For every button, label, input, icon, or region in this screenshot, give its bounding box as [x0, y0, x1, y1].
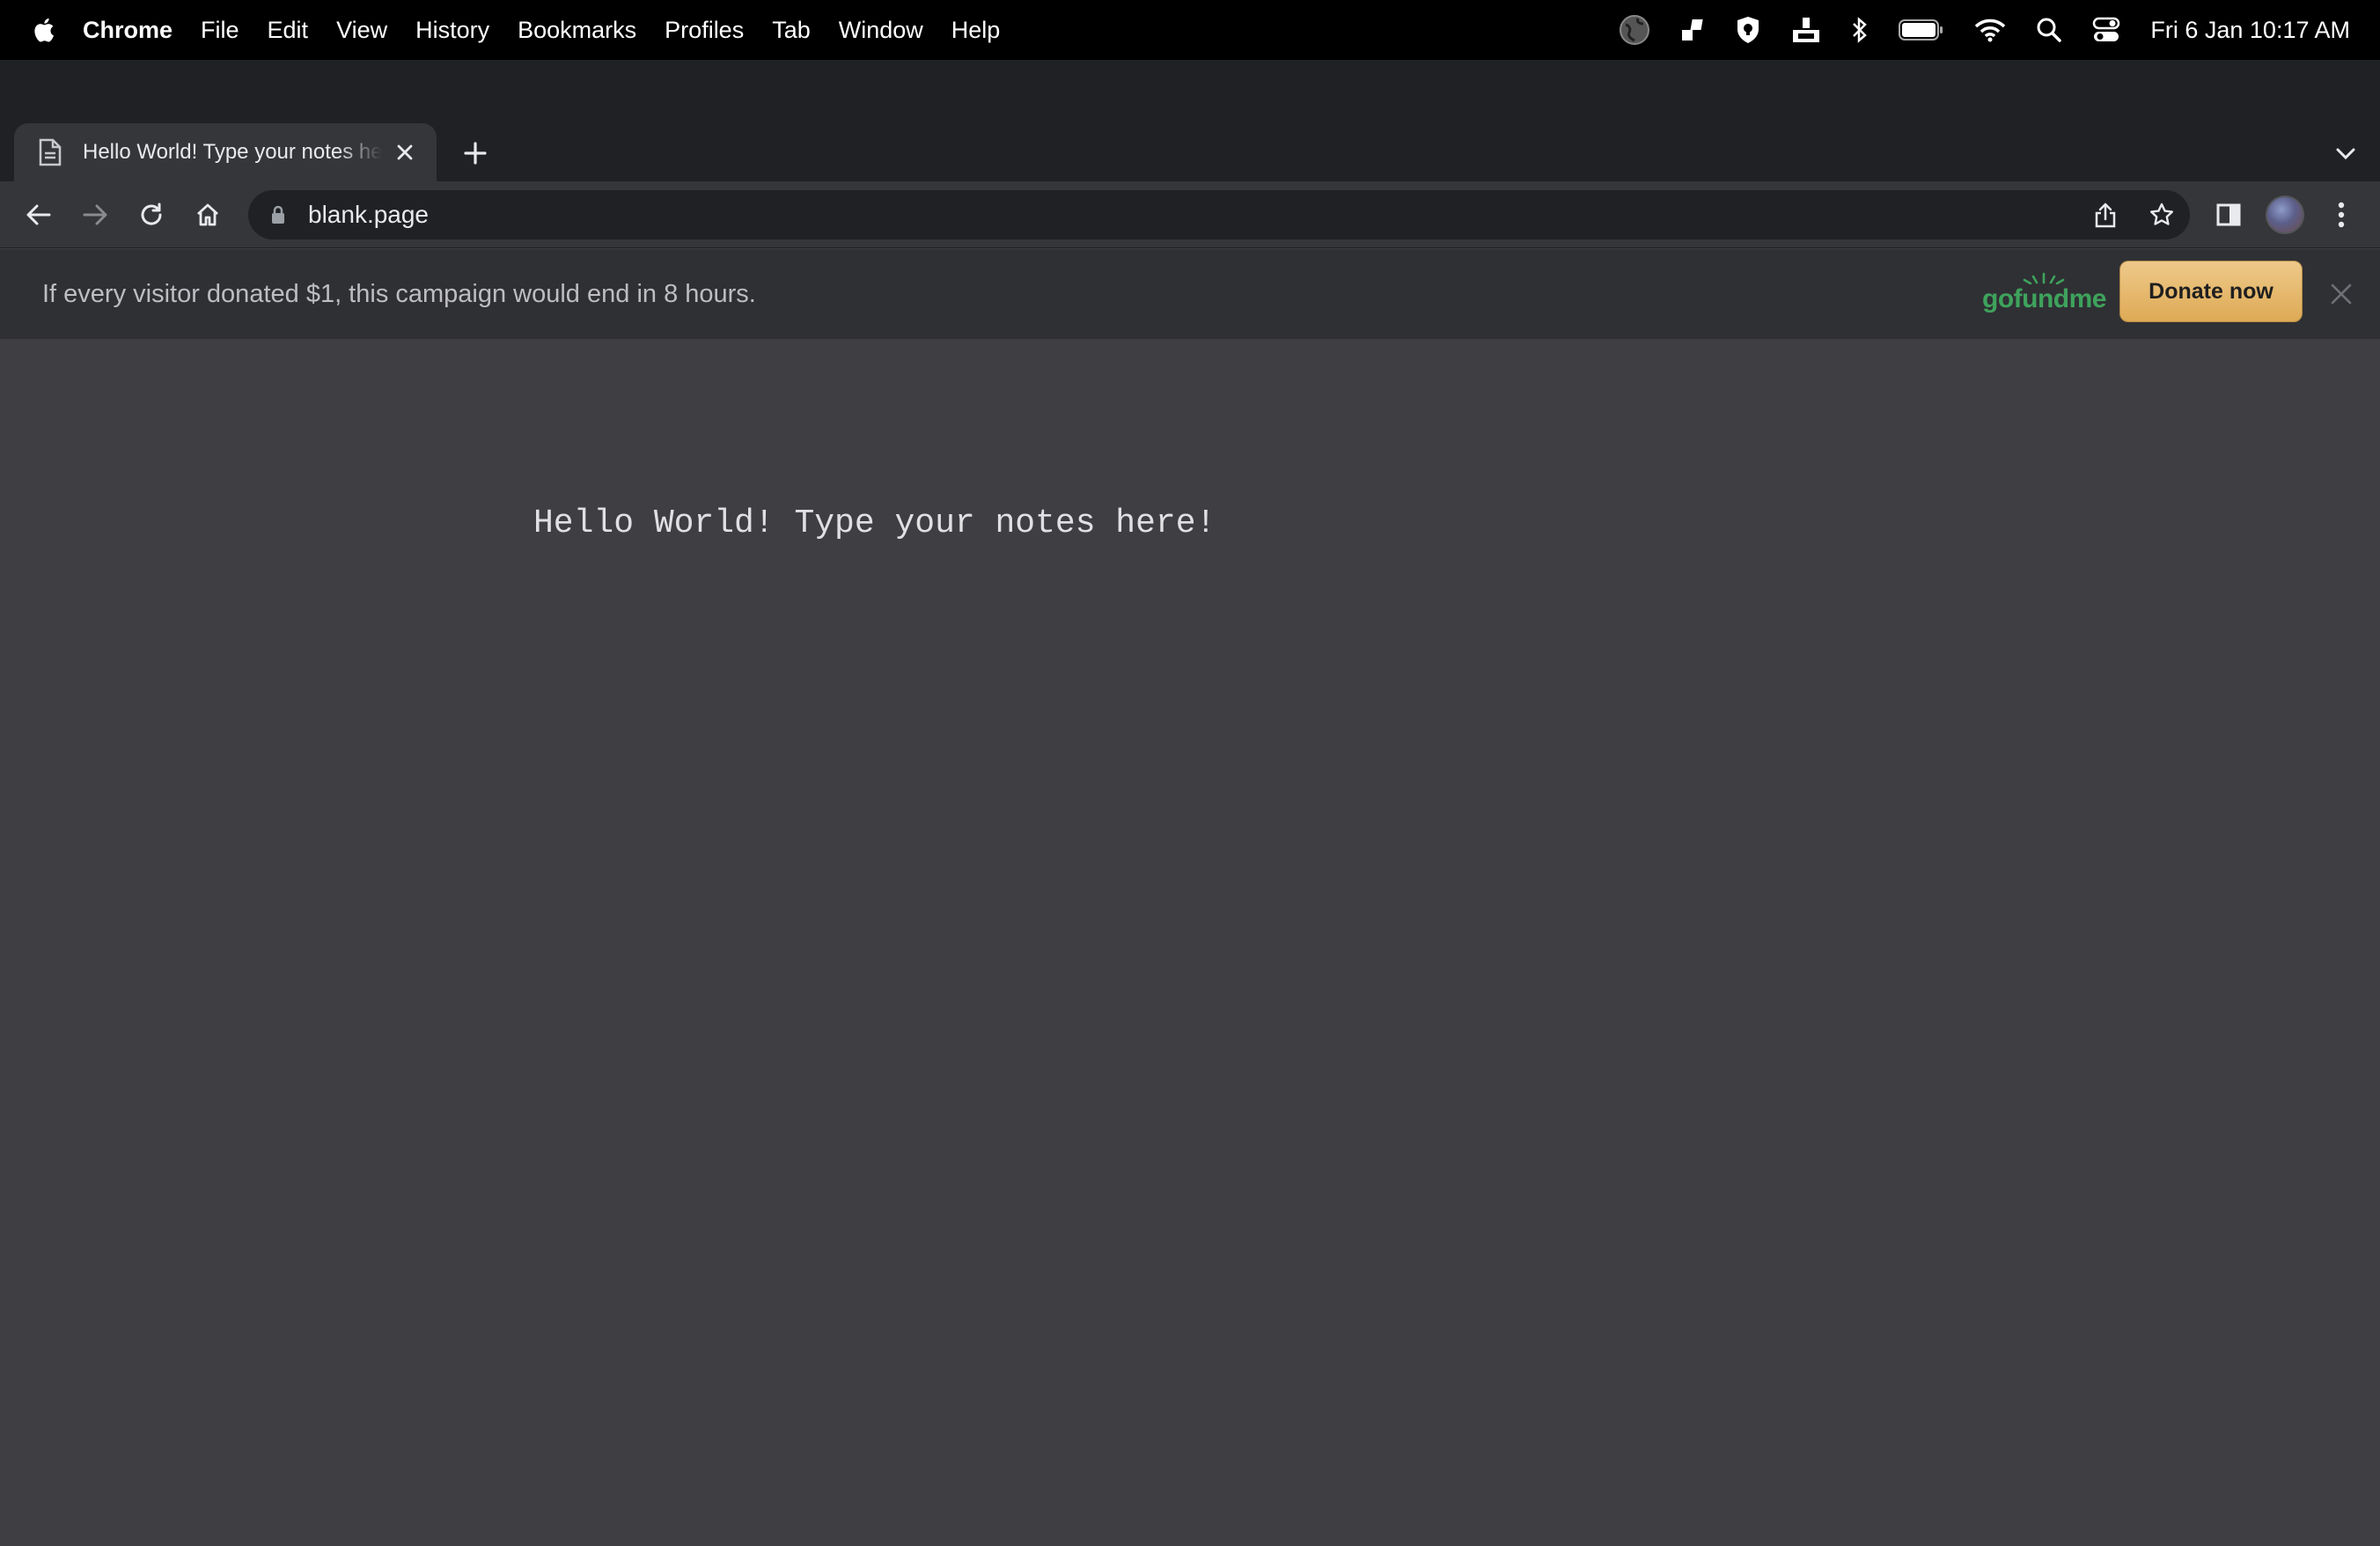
close-tab-icon[interactable]: [391, 138, 419, 166]
home-icon[interactable]: [187, 194, 229, 236]
status-area: Fri 6 Jan 10:17 AM: [1619, 0, 2380, 60]
gofundme-logo-text: gofundme: [1982, 284, 2106, 313]
url-text[interactable]: blank.page: [308, 201, 429, 229]
banner-message: If every visitor donated $1, this campai…: [42, 279, 756, 308]
new-tab-plus-icon[interactable]: [458, 136, 493, 171]
spotlight-icon[interactable]: [2036, 0, 2062, 60]
address-bar[interactable]: blank.page: [248, 190, 2190, 239]
share-icon[interactable]: [2088, 197, 2123, 232]
reload-icon[interactable]: [130, 194, 173, 236]
menu-window[interactable]: Window: [839, 17, 923, 44]
menu-bar: Chrome File Edit View History Bookmarks …: [0, 0, 2380, 60]
control-center-icon[interactable]: [2092, 0, 2120, 60]
tab-title: Hello World! Type your notes here!: [83, 140, 382, 164]
lock-icon[interactable]: [268, 204, 289, 225]
browser-toolbar: blank.page: [0, 181, 2380, 248]
menu-clock[interactable]: Fri 6 Jan 10:17 AM: [2150, 17, 2350, 44]
bookmark-star-icon[interactable]: [2144, 197, 2179, 232]
wifi-icon[interactable]: [1974, 0, 2006, 60]
apple-icon[interactable]: [33, 15, 60, 45]
forward-arrow-icon[interactable]: [74, 194, 116, 236]
menu-app-chrome[interactable]: Chrome: [83, 17, 173, 44]
tab-active[interactable]: Hello World! Type your notes here!: [14, 123, 437, 181]
document-icon: [35, 137, 65, 167]
menu-tab[interactable]: Tab: [772, 17, 811, 44]
profile-avatar[interactable]: [2266, 195, 2304, 234]
close-banner-icon[interactable]: [2325, 278, 2357, 310]
donate-now-button[interactable]: Donate now: [2119, 261, 2303, 322]
sun-rays-icon: [2024, 272, 2065, 284]
gofundme-logo[interactable]: gofundme: [1982, 272, 2106, 316]
menu-view[interactable]: View: [336, 17, 387, 44]
page-content[interactable]: Hello World! Type your notes here!: [0, 339, 2380, 1546]
battery-icon[interactable]: [1899, 0, 1944, 60]
kebab-menu-icon[interactable]: [2320, 194, 2362, 236]
menu-history[interactable]: History: [415, 17, 489, 44]
app-icon[interactable]: [1680, 0, 1705, 60]
back-arrow-icon[interactable]: [18, 194, 60, 236]
menu-help[interactable]: Help: [951, 17, 1001, 44]
menu-file[interactable]: File: [201, 17, 239, 44]
bluetooth-icon[interactable]: [1851, 0, 1869, 60]
menu-bookmarks[interactable]: Bookmarks: [518, 17, 636, 44]
side-panel-icon[interactable]: [2207, 194, 2250, 236]
donation-banner: If every visitor donated $1, this campai…: [0, 249, 2380, 339]
menu-profiles[interactable]: Profiles: [665, 17, 744, 44]
screen: Chrome File Edit View History Bookmarks …: [0, 0, 2380, 1546]
tab-strip: Hello World! Type your notes here!: [0, 60, 2380, 181]
notes-editor[interactable]: Hello World! Type your notes here!: [533, 504, 1942, 542]
network-icon[interactable]: [1791, 0, 1821, 60]
shield-icon[interactable]: [1735, 0, 1761, 60]
menu-edit[interactable]: Edit: [268, 17, 309, 44]
globe-icon[interactable]: [1619, 0, 1650, 60]
tab-search-chevron-down-icon[interactable]: [2331, 139, 2361, 169]
